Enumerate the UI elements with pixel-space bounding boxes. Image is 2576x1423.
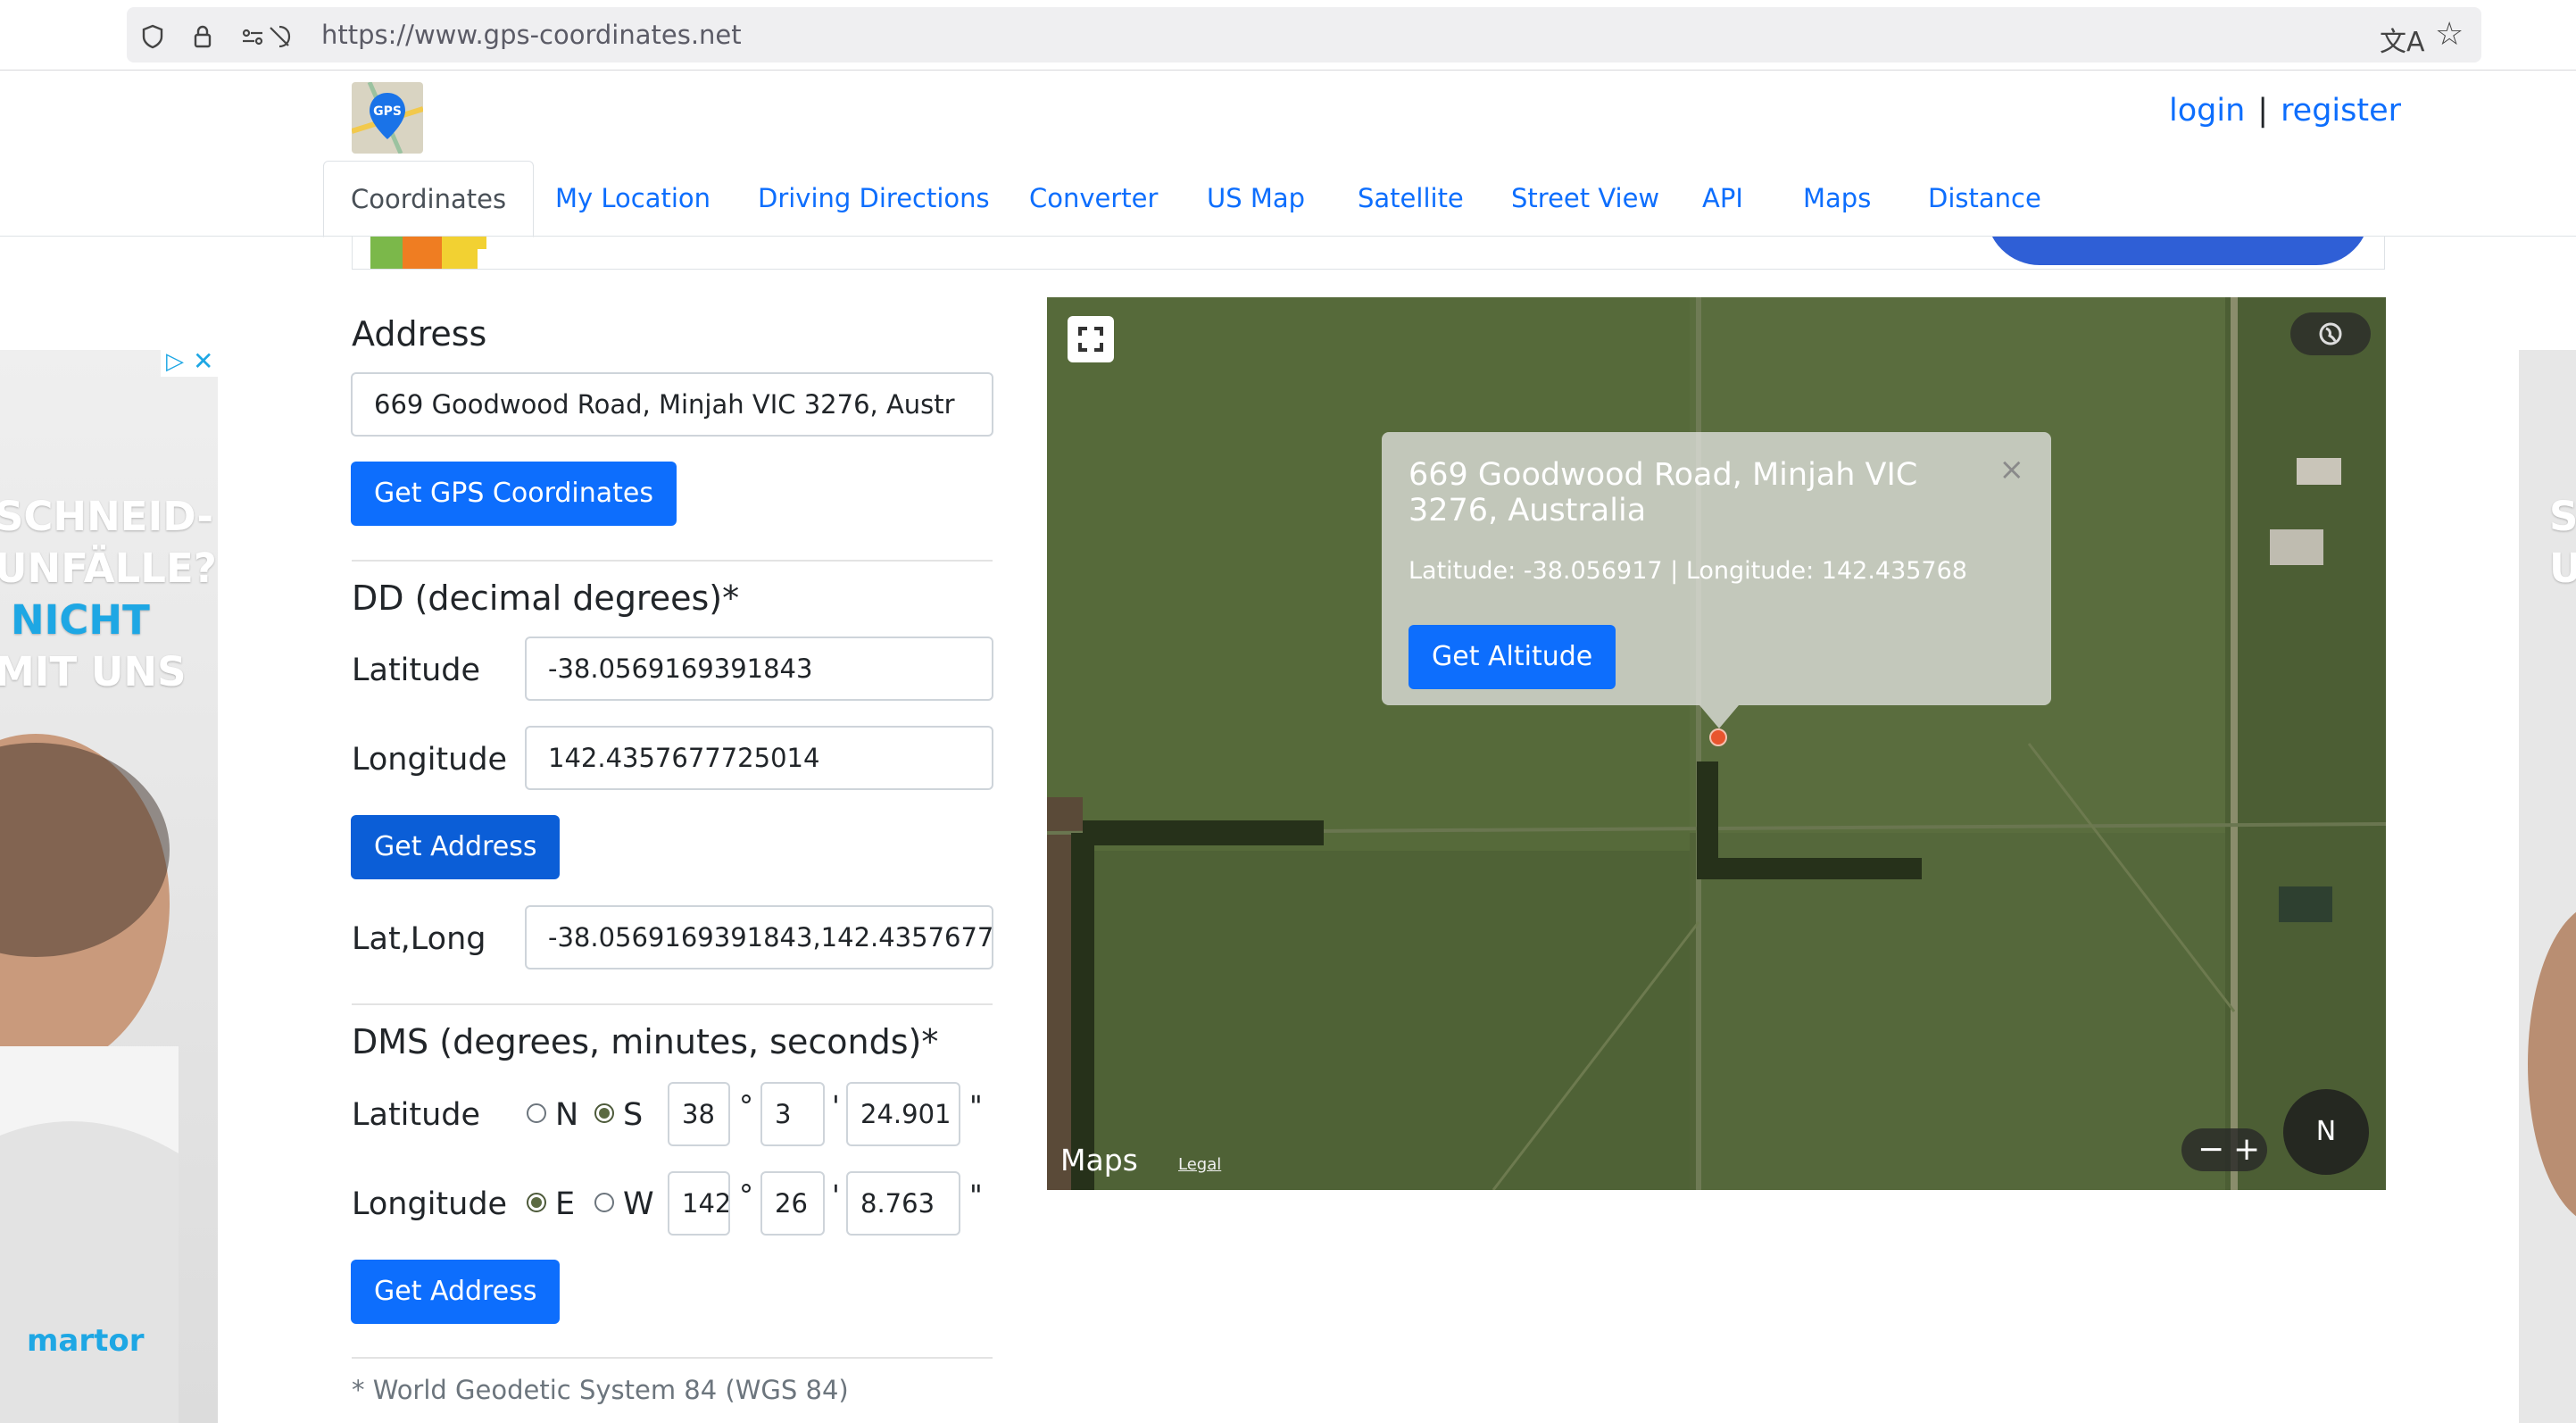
- popup-pointer: [1699, 705, 1739, 728]
- lat-degrees-input[interactable]: 38: [668, 1082, 730, 1146]
- login-link[interactable]: login: [2169, 93, 2245, 129]
- ad-line-1: SCHNEID-: [0, 493, 214, 540]
- get-altitude-button[interactable]: Get Altitude: [1408, 625, 1616, 689]
- tab-api[interactable]: API: [1702, 161, 1743, 236]
- tab-street-view[interactable]: Street View: [1511, 161, 1659, 236]
- zoom-in-button[interactable]: +: [2233, 1128, 2260, 1171]
- tracking-icon[interactable]: [266, 23, 293, 50]
- minute-symbol: ': [832, 1089, 840, 1123]
- dms-latitude-label: Latitude: [352, 1097, 481, 1133]
- wgs84-footnote: * World Geodetic System 84 (WGS 84): [352, 1375, 849, 1405]
- ad-close-icon[interactable]: ✕: [193, 350, 213, 376]
- degree-symbol: °: [739, 1089, 753, 1123]
- zoom-control: − +: [2181, 1128, 2267, 1171]
- dd-heading: DD (decimal degrees)*: [352, 578, 740, 618]
- popup-title: 669 Goodwood Road, Minjah VIC 3276, Aust…: [1408, 457, 1918, 528]
- ad-button-shape[interactable]: [1986, 237, 2370, 265]
- location-pin-icon[interactable]: [1709, 728, 1727, 746]
- zoom-out-button[interactable]: −: [2198, 1128, 2224, 1171]
- tab-coordinates[interactable]: Coordinates: [323, 161, 535, 237]
- tab-my-location[interactable]: My Location: [555, 161, 710, 236]
- ad-right-line-1: S: [2549, 493, 2576, 540]
- tab-converter[interactable]: Converter: [1029, 161, 1158, 236]
- divider: [352, 1357, 993, 1359]
- shield-icon[interactable]: [139, 23, 166, 50]
- tab-distance[interactable]: Distance: [1928, 161, 2041, 236]
- radio-east[interactable]: [527, 1193, 546, 1212]
- get-address-button-dd[interactable]: Get Address: [351, 815, 561, 879]
- latlong-input[interactable]: -38.0569169391843,142.43576777: [525, 905, 993, 969]
- legal-link[interactable]: Legal: [1178, 1155, 1221, 1174]
- radio-south[interactable]: [594, 1103, 614, 1123]
- fullscreen-button[interactable]: [1068, 316, 1114, 362]
- maps-label: Maps: [1060, 1143, 1138, 1178]
- svg-text:GPS: GPS: [373, 104, 402, 119]
- lon-seconds-input[interactable]: 8.763: [846, 1171, 960, 1236]
- bookmark-star-icon[interactable]: ☆: [2435, 16, 2464, 53]
- ad-line-2: UNFÄLLE?: [0, 545, 217, 592]
- compass-icon[interactable]: N: [2283, 1089, 2369, 1175]
- translate-icon[interactable]: 文A: [2380, 20, 2425, 59]
- map-info-popup: 669 Goodwood Road, Minjah VIC 3276, Aust…: [1382, 432, 2051, 705]
- radio-north-label: N: [555, 1097, 579, 1133]
- permissions-icon[interactable]: [239, 23, 266, 50]
- auth-links: login | register: [2169, 93, 2401, 129]
- lat-seconds-input[interactable]: 24.901: [846, 1082, 960, 1146]
- dms-heading: DMS (degrees, minutes, seconds)*: [352, 1022, 939, 1061]
- compass-label: N: [2315, 1116, 2337, 1147]
- lon-minutes-input[interactable]: 26: [760, 1171, 825, 1236]
- radio-west-label: W: [623, 1186, 654, 1222]
- lon-degrees-input[interactable]: 142: [668, 1171, 730, 1236]
- right-side-ad[interactable]: S U: [2519, 350, 2576, 1423]
- dms-longitude-label: Longitude: [352, 1186, 508, 1222]
- ad-choices[interactable]: ▷ ✕: [161, 350, 218, 377]
- globe-icon: [2319, 322, 2342, 345]
- minute-symbol: ': [832, 1178, 840, 1212]
- divider: [352, 1003, 993, 1005]
- address-heading: Address: [352, 314, 487, 354]
- tab-maps[interactable]: Maps: [1803, 161, 1871, 236]
- dd-latitude-input[interactable]: -38.0569169391843: [525, 637, 993, 701]
- get-address-button-dms[interactable]: Get Address: [351, 1260, 561, 1324]
- get-gps-coordinates-button[interactable]: Get GPS Coordinates: [351, 462, 677, 526]
- tab-driving-directions[interactable]: Driving Directions: [758, 161, 990, 236]
- dd-longitude-input[interactable]: 142.4357677725014: [525, 726, 993, 790]
- ad-right-line-2: U: [2549, 545, 2576, 592]
- site-logo[interactable]: GPS: [352, 82, 423, 154]
- tab-us-map[interactable]: US Map: [1207, 161, 1305, 236]
- popup-close-icon[interactable]: ×: [1999, 452, 2025, 487]
- radio-north[interactable]: [527, 1103, 546, 1123]
- second-symbol: ": [969, 1178, 983, 1212]
- radio-south-label: S: [623, 1097, 644, 1133]
- radio-east-label: E: [555, 1186, 576, 1222]
- chrome-separator: [0, 70, 2576, 71]
- left-side-ad[interactable]: ▷ ✕ SCHNEID- UNFÄLLE? NICHT MIT UNS mart…: [0, 350, 218, 1423]
- popup-coordinates: Latitude: -38.056917 | Longitude: 142.43…: [1408, 557, 1967, 585]
- lock-icon[interactable]: [189, 23, 216, 50]
- dd-longitude-label: Longitude: [352, 742, 508, 778]
- radio-west[interactable]: [594, 1193, 614, 1212]
- auth-separator: |: [2257, 93, 2269, 129]
- expand-icon: [1078, 327, 1103, 352]
- second-symbol: ": [969, 1089, 983, 1123]
- ad-line-3: NICHT: [11, 596, 150, 644]
- top-ad-banner[interactable]: [352, 237, 2385, 270]
- map-type-button[interactable]: [2290, 312, 2371, 355]
- latlong-label: Lat,Long: [352, 921, 486, 957]
- lat-minutes-input[interactable]: 3: [760, 1082, 825, 1146]
- url-bar[interactable]: https://www.gps-coordinates.net 文A ☆: [127, 7, 2481, 62]
- register-link[interactable]: register: [2281, 93, 2401, 129]
- tab-satellite[interactable]: Satellite: [1358, 161, 1464, 236]
- degree-symbol: °: [739, 1178, 753, 1212]
- url-text[interactable]: https://www.gps-coordinates.net: [321, 7, 742, 62]
- address-input[interactable]: 669 Goodwood Road, Minjah VIC 3276, Aust…: [351, 372, 993, 437]
- ad-info-icon[interactable]: ▷: [166, 350, 184, 375]
- apple-maps-logo: Maps: [1060, 1143, 1138, 1178]
- dd-latitude-label: Latitude: [352, 653, 481, 688]
- divider: [352, 560, 993, 562]
- ad-line-4: MIT UNS: [0, 648, 187, 695]
- ad-brand: martor: [27, 1323, 145, 1359]
